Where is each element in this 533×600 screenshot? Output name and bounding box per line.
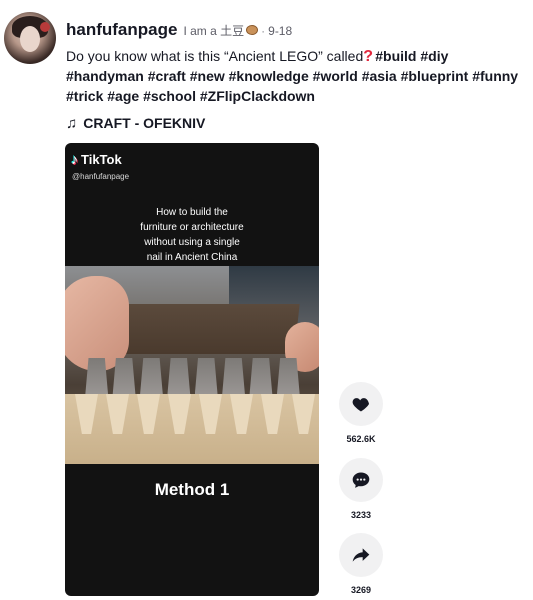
like-action: 562.6K [339, 382, 383, 444]
avatar[interactable] [4, 12, 56, 64]
music-title: CRAFT - OFEKNIV [83, 115, 206, 131]
hashtag-link[interactable]: #funny [472, 68, 518, 84]
hashtag-link[interactable]: #school [143, 88, 196, 104]
tiktok-watermark: ♪ TikTok [71, 151, 122, 167]
video-frame [65, 266, 319, 464]
heart-icon [352, 398, 369, 412]
comment-button[interactable] [339, 458, 383, 502]
share-button[interactable] [339, 533, 383, 577]
hashtag-link[interactable]: #diy [420, 48, 448, 64]
hashtag-link[interactable]: #ZFlipClackdown [200, 88, 315, 104]
caption-text: Do you know what is this “Ancient LEGO” … [66, 48, 364, 64]
like-count: 562.6K [346, 434, 376, 444]
dovetail-tenons [85, 358, 300, 398]
share-action: 3269 [339, 533, 383, 595]
potato-icon [246, 25, 259, 35]
hashtag-link[interactable]: #new [190, 68, 225, 84]
separator-dot: · [261, 24, 266, 38]
video-player[interactable]: ♪ TikTok @hanfufanpage How to build the … [65, 143, 319, 596]
post-header: hanfufanpage I am a 土豆 · 9-18 [66, 20, 292, 40]
video-subtitle: Method 1 [154, 480, 230, 499]
comment-action: 3233 [339, 458, 383, 520]
video-handle: @hanfufanpage [72, 172, 130, 181]
music-note-icon: ♫ [66, 114, 78, 132]
dovetail-notches [75, 394, 315, 434]
hashtag-link[interactable]: #blueprint [401, 68, 469, 84]
comment-icon [352, 472, 370, 488]
hashtag-link[interactable]: #world [313, 68, 358, 84]
share-icon [352, 548, 370, 562]
share-count: 3269 [350, 585, 372, 595]
music-link[interactable]: ♫ CRAFT - OFEKNIV [66, 114, 205, 132]
hashtag-link[interactable]: #trick [66, 88, 103, 104]
avatar-accessory [40, 22, 50, 32]
like-button[interactable] [339, 382, 383, 426]
avatar-face [20, 26, 40, 52]
hashtag-link[interactable]: #handyman [66, 68, 144, 84]
tiktok-logo-icon: ♪ [71, 151, 78, 167]
left-hand [65, 276, 129, 371]
hashtag-link[interactable]: #craft [148, 68, 186, 84]
user-bio: I am a 土豆 [183, 24, 245, 38]
post-caption: Do you know what is this “Ancient LEGO” … [66, 46, 526, 106]
comment-count: 3233 [350, 510, 372, 520]
username[interactable]: hanfufanpage [66, 20, 177, 40]
tiktok-brand: TikTok [81, 151, 122, 167]
post-date: 9-18 [268, 24, 293, 38]
hashtag-link[interactable]: #knowledge [229, 68, 309, 84]
hashtag-link[interactable]: #asia [362, 68, 397, 84]
hashtag-link[interactable]: #build [375, 48, 416, 64]
video-overlay-text: How to build the furniture or architectu… [140, 207, 244, 263]
question-mark-icon: ? [363, 48, 374, 65]
hashtag-link[interactable]: #age [107, 88, 139, 104]
